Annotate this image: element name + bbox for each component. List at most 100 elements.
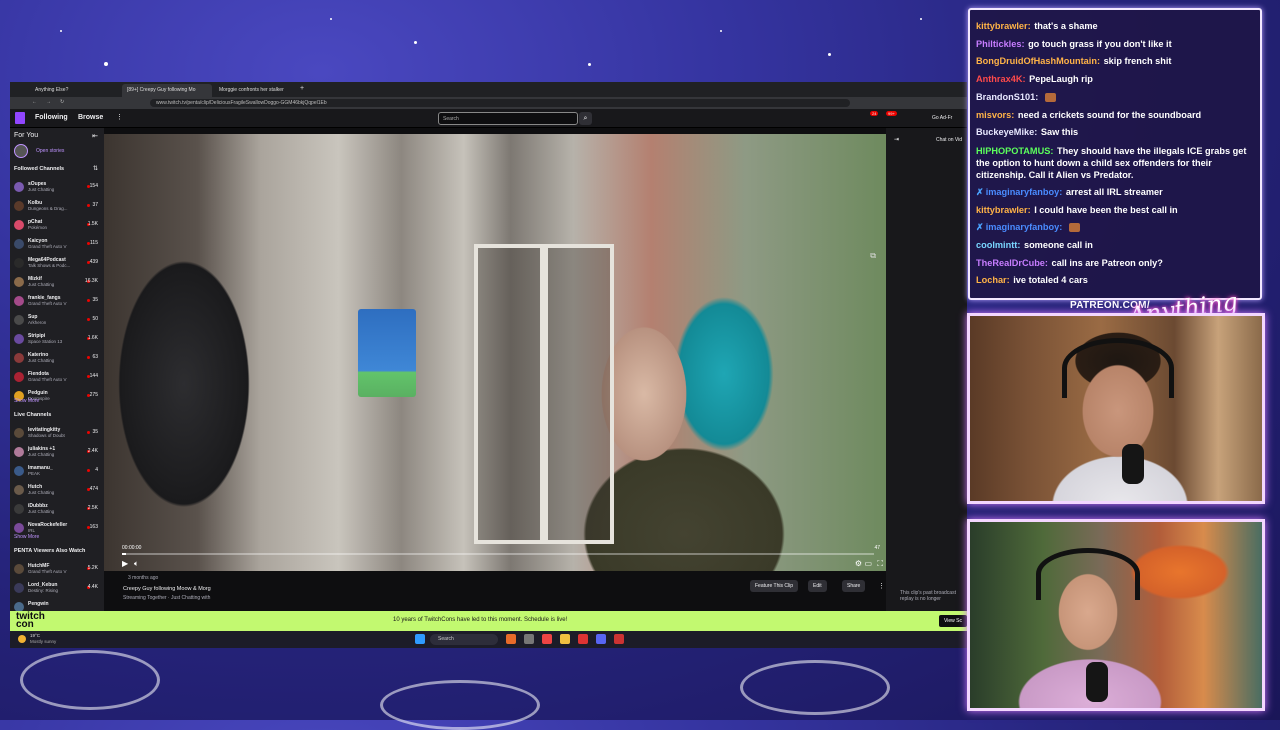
channel-row[interactable]: HutchMF Grand Theft Auto V 5.2K: [10, 562, 104, 577]
video-player[interactable]: 00:00:00 47 ▶ 🔈︎ ⚙ ▭ ⛶ ⧉: [104, 134, 886, 571]
chat-username[interactable]: kittybrawler:: [976, 21, 1031, 31]
app-icon[interactable]: [596, 634, 606, 644]
show-more-link-2[interactable]: Show More: [14, 534, 39, 540]
forward-icon[interactable]: →: [46, 99, 51, 105]
also-watch-heading: PENTA Viewers Also Watch: [14, 548, 86, 554]
chat-username[interactable]: imaginaryfanboy:: [986, 187, 1063, 197]
windows-start-icon[interactable]: [415, 634, 425, 644]
search-icon[interactable]: ⌕: [579, 112, 592, 125]
twitchcon-banner[interactable]: twitch con 10 years of TwitchCons have le…: [10, 611, 967, 631]
chat-message: Anthrax4K: PepeLaugh rip: [976, 71, 1254, 89]
channel-row[interactable]: sOupes Just Chatting 154: [10, 180, 104, 195]
feature-clip-button[interactable]: Feature This Clip: [750, 580, 798, 592]
open-stories-avatar[interactable]: [14, 144, 28, 158]
chat-username[interactable]: coolmintt:: [976, 240, 1020, 250]
chat-text: Saw this: [1038, 127, 1079, 138]
chat-username[interactable]: BrandonS101:: [976, 92, 1038, 102]
channel-row[interactable]: levitatingkitty Shadows of Doubt 35: [10, 426, 104, 441]
twitch-logo-icon[interactable]: [15, 112, 25, 124]
more-icon[interactable]: ⋮: [116, 113, 123, 121]
channel-row[interactable]: Stripipi Space Station 13 1.6K: [10, 332, 104, 347]
channel-row[interactable]: Kaicyon Grand Theft Auto V 115: [10, 237, 104, 252]
search-input[interactable]: Search: [438, 112, 578, 125]
url-text: www.twitch.tv/penta/clip/DeliciousFragil…: [156, 100, 327, 106]
channel-row[interactable]: Kolbu Dungeons & Drag... 37: [10, 199, 104, 214]
clip-overlay-icon[interactable]: ⧉: [870, 252, 876, 260]
view-schedule-button[interactable]: View Sc: [939, 615, 967, 627]
channel-avatar: [14, 277, 24, 287]
channel-row[interactable]: Mega64Podcast Talk Shows & Podc... 439: [10, 256, 104, 271]
channel-row[interactable]: Hutch Just Chatting 474: [10, 483, 104, 498]
url-field[interactable]: www.twitch.tv/penta/clip/DeliciousFragil…: [150, 99, 850, 107]
settings-icon[interactable]: ⚙: [855, 560, 862, 568]
headset: [1036, 548, 1140, 600]
back-icon[interactable]: ←: [32, 99, 37, 105]
share-button[interactable]: Share: [842, 580, 866, 592]
taskbar-search[interactable]: Search: [430, 634, 498, 645]
app-icon[interactable]: [614, 634, 624, 644]
channel-row[interactable]: Sup Arkheron 50: [10, 313, 104, 328]
app-icon[interactable]: [578, 634, 588, 644]
chat-text: I could have been the best call in: [1031, 204, 1178, 215]
nav-following[interactable]: Following: [35, 114, 68, 121]
channel-row[interactable]: Katerino Just Chatting 63: [10, 351, 104, 366]
reload-icon[interactable]: ↻: [60, 99, 64, 105]
chat-message: Philtickles: go touch grass if you don't…: [976, 36, 1254, 54]
sort-icon[interactable]: ⇅: [93, 165, 98, 172]
browser-tab-bar: Anything Else? [89+] Creepy Guy followin…: [10, 82, 967, 97]
time-total: 47: [874, 545, 880, 551]
expand-chat-icon[interactable]: ⇥: [894, 136, 899, 143]
edit-button[interactable]: Edit: [808, 580, 827, 592]
chat-username[interactable]: BuckeyeMike:: [976, 127, 1037, 137]
notification-badge[interactable]: 24: [870, 111, 879, 116]
app-icon[interactable]: [542, 634, 552, 644]
channel-row[interactable]: juliakins +1 Just Chatting 2.4K: [10, 445, 104, 460]
browser-tab[interactable]: Morggie confronts her stalker: [214, 84, 300, 97]
collapse-sidebar-icon[interactable]: ⇤: [92, 132, 98, 140]
channel-row[interactable]: Imamanu_ PEAK 4: [10, 464, 104, 479]
browser-tab-active[interactable]: [89+] Creepy Guy following Mo: [122, 84, 212, 97]
browser-tab[interactable]: Anything Else?: [30, 84, 120, 97]
channel-row[interactable]: Fiendota Grand Theft Auto V 144: [10, 370, 104, 385]
chat-username[interactable]: BongDruidOfHashMountain:: [976, 56, 1100, 66]
channel-category: Space Station 13: [28, 339, 63, 344]
show-more-link[interactable]: Show More: [14, 398, 39, 404]
background-cloud: [20, 650, 160, 710]
channel-category: PEAK: [28, 471, 41, 476]
chat-username[interactable]: HIPHOPOTAMUS:: [976, 146, 1053, 156]
app-icon[interactable]: [506, 634, 516, 644]
chat-text: arrest all IRL streamer: [1063, 186, 1163, 197]
chat-username[interactable]: imaginaryfanboy:: [986, 222, 1063, 232]
weather-icon: [18, 635, 26, 643]
progress-bar[interactable]: [122, 553, 874, 555]
moderator-badge-icon: ✗: [976, 222, 984, 233]
theatre-icon[interactable]: ▭: [864, 560, 872, 568]
chat-username[interactable]: kittybrawler:: [976, 205, 1031, 215]
chat-username[interactable]: TheRealDrCube:: [976, 258, 1048, 268]
viewer-count: 1.6K: [87, 335, 98, 341]
chat-username[interactable]: Philtickles:: [976, 39, 1025, 49]
channel-row[interactable]: Mizkif Just Chatting 16.3K: [10, 275, 104, 290]
play-icon[interactable]: ▶: [122, 560, 128, 568]
channel-row[interactable]: frankie_fangs Grand Theft Auto V 35: [10, 294, 104, 309]
prime-badge[interactable]: 99+: [886, 111, 897, 116]
chat-username[interactable]: Lochar:: [976, 275, 1010, 285]
chat-username[interactable]: misvors:: [976, 110, 1014, 120]
channel-row[interactable]: iDubbbz Just Chatting 2.5K: [10, 502, 104, 517]
background-star: [588, 63, 591, 66]
channel-row[interactable]: pChat Pokémon 1.5K: [10, 218, 104, 233]
viewer-count: 115: [90, 240, 98, 246]
go-ad-free-button[interactable]: Go Ad-Fr: [932, 115, 952, 121]
app-icon[interactable]: [560, 634, 570, 644]
microphone: [1122, 444, 1144, 484]
new-tab-button[interactable]: +: [300, 85, 304, 92]
open-stories-label[interactable]: Open stories: [36, 148, 64, 154]
nav-browse[interactable]: Browse: [78, 114, 103, 121]
channel-row[interactable]: Lord_Kebun Destiny: Rising 4.4K: [10, 581, 104, 596]
volume-icon[interactable]: 🔈︎: [134, 560, 139, 568]
more-options-icon[interactable]: ⋮: [878, 582, 885, 590]
app-icon[interactable]: [524, 634, 534, 644]
fullscreen-icon[interactable]: ⛶: [877, 560, 883, 568]
chat-text: [1039, 92, 1042, 102]
chat-username[interactable]: Anthrax4K:: [976, 74, 1026, 84]
